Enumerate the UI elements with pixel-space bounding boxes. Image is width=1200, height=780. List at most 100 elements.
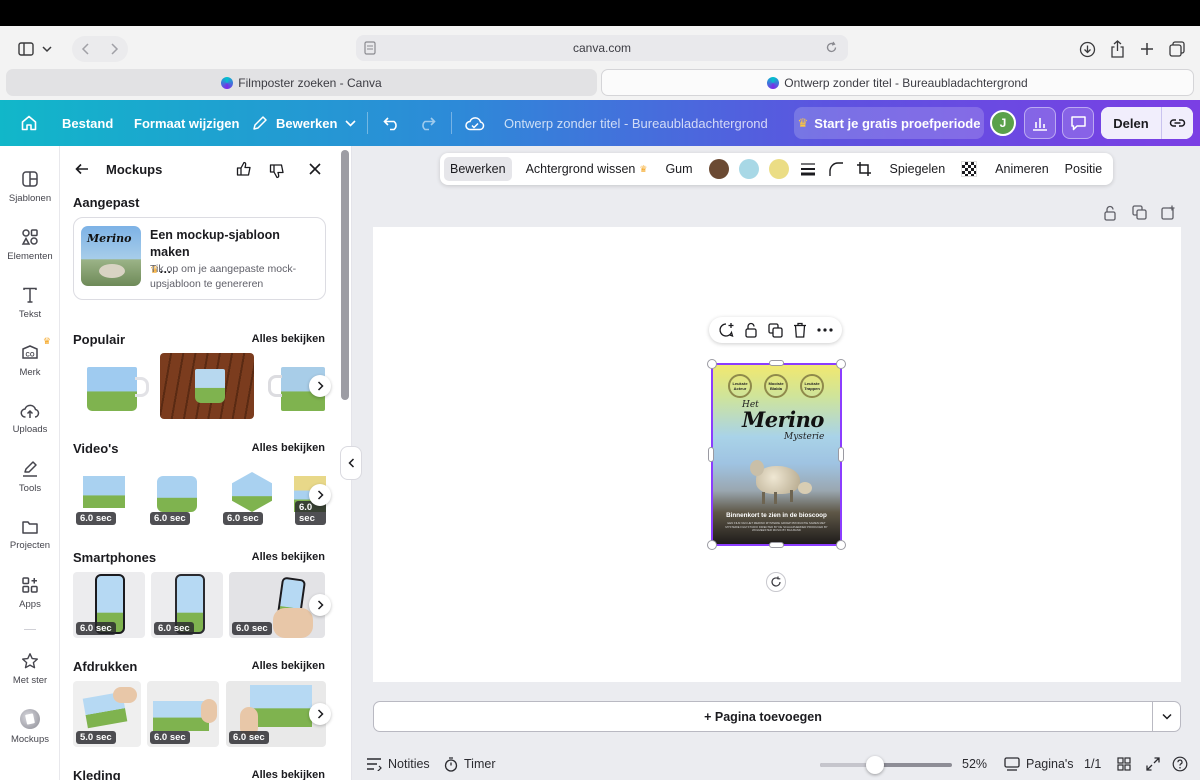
rail-item-uploads[interactable]: Uploads [0,390,60,448]
resize-handle-bottom-right[interactable] [836,540,846,550]
add-page-button[interactable]: + Pagina toevoegen [373,701,1153,732]
create-mockup-card[interactable]: Merino Een mockup-sjabloon maken ♛… Tik o… [73,217,326,300]
comments-button[interactable] [1062,107,1094,139]
edit-image-button[interactable]: Bewerken [444,157,512,181]
share-button[interactable]: Delen [1101,107,1161,139]
resize-handle-right[interactable] [838,447,844,462]
add-page-icon[interactable] [1161,205,1176,220]
carousel-next-button[interactable] [309,703,331,725]
rail-item-text[interactable]: Tekst [0,274,60,332]
zoom-value[interactable]: 52% [962,748,987,780]
resize-handle-top[interactable] [769,360,784,366]
see-all-videos[interactable]: Alles bekijken [252,442,325,454]
sidebar-toggle-button[interactable] [12,36,58,62]
copy-link-button[interactable] [1161,107,1193,139]
transparency-button[interactable] [955,157,983,181]
undo-button[interactable] [383,100,401,146]
rail-item-starred[interactable]: Met ster [0,640,60,698]
back-arrow-icon[interactable] [75,163,89,175]
timer-button[interactable]: Timer [444,748,495,780]
page-menu-icon[interactable] [364,41,376,55]
remove-background-button[interactable]: Achtergrond wissen ♛ [520,157,654,181]
grid-view-button[interactable] [1117,748,1131,780]
reload-icon[interactable] [825,41,838,54]
carousel-next-button[interactable] [309,594,331,616]
carousel-next-button[interactable] [309,375,331,397]
rail-item-tools[interactable]: Tools [0,448,60,506]
carousel-next-button[interactable] [309,484,331,506]
duplicate-icon[interactable] [768,322,783,338]
rail-item-mockups[interactable]: Mockups [0,698,60,756]
pages-button[interactable]: Pagina's [1004,748,1074,780]
more-options-icon[interactable] [817,328,833,332]
resize-handle-top-left[interactable] [707,359,717,369]
phone-mockup-thumb[interactable]: 6.0 sec [151,572,223,638]
share-page-button[interactable] [1106,36,1128,62]
tab-design[interactable]: Ontwerp zonder titel - Bureaubladachterg… [601,69,1194,96]
thumbs-up-icon[interactable] [236,161,252,177]
address-bar[interactable]: canva.com [356,35,848,61]
print-mockup-thumb[interactable]: 5.0 sec [73,681,141,747]
rotate-handle[interactable] [766,572,786,592]
help-button[interactable] [1172,748,1188,780]
edit-mode-dropdown[interactable]: Bewerken [252,100,356,146]
tab-overview-button[interactable] [1166,36,1188,62]
see-all-popular[interactable]: Alles bekijken [252,333,325,345]
color-swatch-light-blue[interactable] [738,159,759,179]
home-button[interactable] [20,100,38,146]
rail-item-apps[interactable]: Apps [0,564,60,622]
new-tab-button[interactable] [1136,36,1158,62]
rail-item-projects[interactable]: Projecten [0,506,60,564]
resize-handle-bottom-left[interactable] [707,540,717,550]
animate-button[interactable]: Animeren [989,157,1055,181]
back-icon[interactable] [81,43,91,55]
panel-scrollbar[interactable] [341,150,349,400]
redo-button[interactable] [418,100,436,146]
thumbs-down-icon[interactable] [269,163,285,179]
cloud-save-status[interactable] [465,100,485,146]
border-style-button[interactable] [794,157,822,181]
collapse-panel-button[interactable] [340,446,362,480]
flip-button[interactable]: Spiegelen [884,157,952,181]
insights-button[interactable] [1024,107,1056,139]
zoom-slider[interactable] [820,756,952,774]
resize-button[interactable]: Formaat wijzigen [134,100,239,146]
add-page-dropdown[interactable] [1153,701,1181,732]
video-mockup-thumb[interactable]: 6.0 sec [220,462,286,528]
trash-icon[interactable] [793,322,807,338]
resize-handle-left[interactable] [708,447,714,462]
print-mockup-thumb[interactable]: 6.0 sec [147,681,219,747]
rail-item-templates[interactable]: Sjablonen [0,158,60,216]
zoom-slider-handle[interactable] [866,756,885,774]
start-trial-button[interactable]: ♛ Start je gratis proefperiode [794,107,984,139]
mockup-thumb[interactable] [73,353,153,419]
close-icon[interactable] [309,163,321,175]
mockup-thumb[interactable] [160,353,254,419]
see-all-smartphones[interactable]: Alles bekijken [252,551,325,563]
phone-mockup-thumb[interactable]: 6.0 sec [73,572,145,638]
see-all-prints[interactable]: Alles bekijken [252,660,325,672]
crop-button[interactable] [850,157,878,181]
file-menu[interactable]: Bestand [62,100,113,146]
lock-page-icon[interactable] [1103,205,1117,221]
eraser-button[interactable]: Gum [659,157,698,181]
see-all-clothing[interactable]: Alles bekijken [252,769,325,780]
forward-icon[interactable] [109,43,119,55]
notes-button[interactable]: Notities [366,748,430,780]
rail-item-brand[interactable]: ♛ CO Merk [0,332,60,390]
resize-handle-top-right[interactable] [836,359,846,369]
user-avatar[interactable]: J [990,110,1016,136]
rail-item-elements[interactable]: Elementen [0,216,60,274]
color-swatch-brown[interactable] [708,159,729,179]
position-button[interactable]: Positie [1059,157,1109,181]
fullscreen-button[interactable] [1146,748,1160,780]
corner-rounding-button[interactable] [822,157,850,181]
tab-filmposter[interactable]: Filmposter zoeken - Canva [6,69,597,96]
design-title[interactable]: Ontwerp zonder titel - Bureaubladachterg… [504,100,768,146]
video-mockup-thumb[interactable]: 6.0 sec [147,462,213,528]
resize-handle-bottom[interactable] [769,542,784,548]
comment-add-icon[interactable] [718,322,734,338]
downloads-button[interactable] [1076,36,1098,62]
video-mockup-thumb[interactable]: 6.0 sec [73,462,139,528]
lock-icon[interactable] [744,322,758,338]
